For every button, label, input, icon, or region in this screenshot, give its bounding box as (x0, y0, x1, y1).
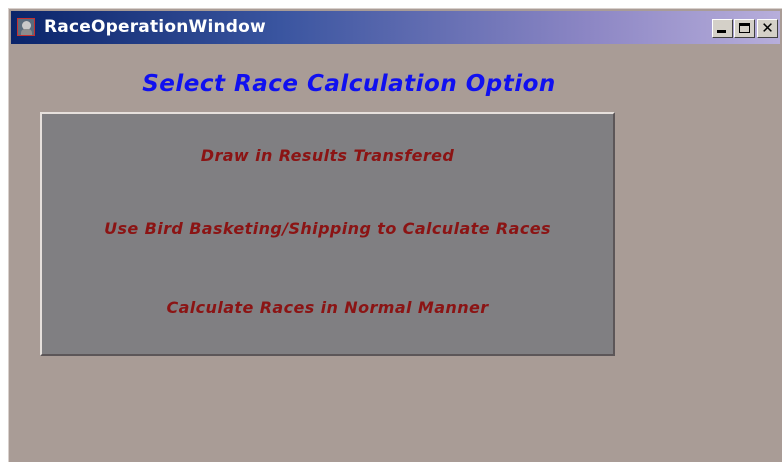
option-draw-in-results[interactable]: Draw in Results Transfered (42, 146, 613, 165)
app-icon-body (21, 29, 32, 35)
race-operation-window: RaceOperationWindow ✕ Select Race Calcul… (8, 8, 782, 462)
minimize-button[interactable] (712, 19, 733, 38)
close-icon: ✕ (761, 19, 774, 37)
window-title: RaceOperationWindow (44, 17, 266, 37)
maximize-button[interactable] (734, 19, 755, 38)
page-title: Select Race Calculation Option (142, 71, 556, 97)
maximize-icon (739, 23, 750, 33)
title-bar[interactable]: RaceOperationWindow ✕ (11, 11, 780, 44)
minimize-icon (717, 30, 726, 33)
option-bird-basketing[interactable]: Use Bird Basketing/Shipping to Calculate… (42, 219, 613, 238)
option-normal-manner[interactable]: Calculate Races in Normal Manner (42, 298, 613, 317)
close-button[interactable]: ✕ (757, 19, 778, 38)
options-panel: Draw in Results Transfered Use Bird Bask… (40, 112, 615, 356)
app-icon[interactable] (17, 18, 35, 36)
